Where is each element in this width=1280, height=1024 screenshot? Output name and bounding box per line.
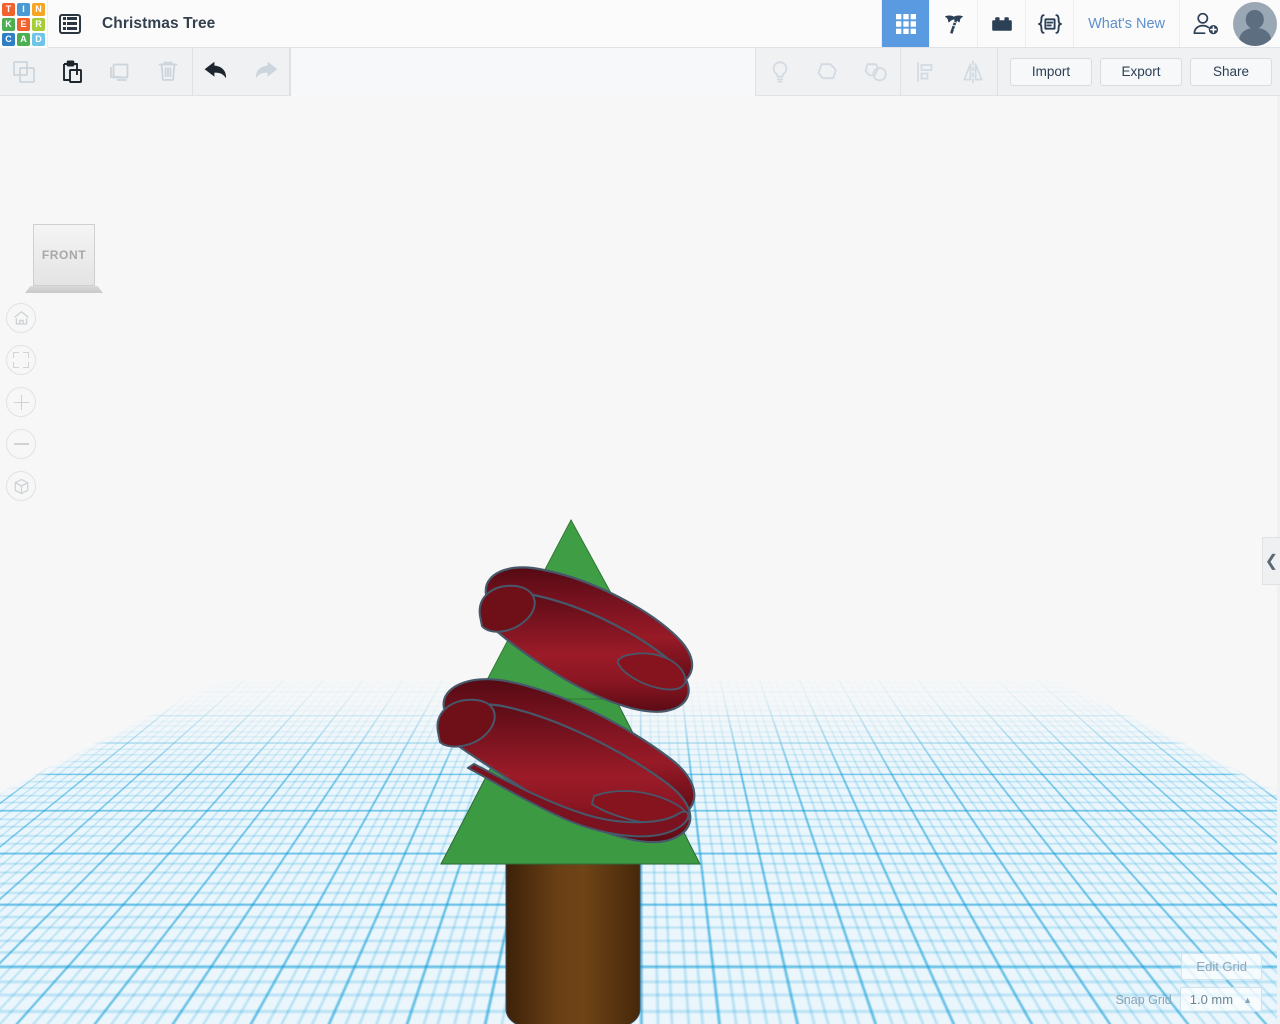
toggle-perspective-button[interactable] xyxy=(6,471,36,501)
file-actions-group: Import Export Share xyxy=(998,57,1280,86)
logo-letter-e: E xyxy=(17,17,30,31)
copy-icon xyxy=(13,60,35,83)
lightbulb-icon xyxy=(772,60,788,82)
whats-new-link[interactable]: What's New xyxy=(1073,0,1179,47)
lego-brick-icon xyxy=(991,16,1012,31)
mirror-button[interactable] xyxy=(949,48,997,96)
logo-letter-t: T xyxy=(2,2,15,16)
model-svg xyxy=(436,518,701,1024)
zoom-in-button[interactable] xyxy=(6,387,36,417)
zoom-out-button[interactable] xyxy=(6,429,36,459)
logo-letter-r: R xyxy=(32,17,45,31)
header-spacer xyxy=(215,0,881,47)
ungroup-shapes-icon xyxy=(864,62,887,81)
logo-letter-k: K xyxy=(2,17,15,31)
object-tool-group xyxy=(756,48,900,96)
share-button[interactable]: Share xyxy=(1190,57,1272,86)
mirror-flip-icon xyxy=(963,60,983,83)
ungroup-button[interactable] xyxy=(852,48,900,96)
trash-icon xyxy=(158,61,178,81)
mode-minecraft-button[interactable] xyxy=(929,0,977,47)
pickaxe-icon xyxy=(944,15,963,34)
logo-letter-d: D xyxy=(32,32,45,46)
mode-3d-design-button[interactable] xyxy=(881,0,930,47)
view-cube-base xyxy=(25,286,103,293)
toolbar-filler xyxy=(290,47,756,96)
group-shapes-icon xyxy=(817,62,837,79)
page-title[interactable]: Christmas Tree xyxy=(92,0,215,47)
logo-letter-grid: T I N K E R C A D xyxy=(2,2,45,46)
snap-grid-value: 1.0 mm xyxy=(1189,992,1234,1007)
trunk-part[interactable] xyxy=(505,863,641,1024)
codeblock-braces-icon xyxy=(1037,13,1062,34)
edit-grid-button[interactable]: Edit Grid xyxy=(1181,953,1262,980)
fit-to-view-button[interactable] xyxy=(6,345,36,375)
list-menu-button[interactable] xyxy=(48,0,92,47)
duplicate-icon xyxy=(110,63,129,81)
mode-codeblocks-button[interactable] xyxy=(1025,0,1073,47)
duplicate-button[interactable] xyxy=(96,48,144,96)
logo-letter-c: C xyxy=(2,32,15,46)
tinkercad-app: T I N K E R C A D Christmas Tree What's … xyxy=(0,0,1280,1024)
avatar[interactable] xyxy=(1233,2,1277,46)
avatar-body xyxy=(1239,27,1271,46)
paste-button[interactable] xyxy=(48,48,96,96)
fit-brackets-icon xyxy=(13,352,29,368)
home-view-button[interactable] xyxy=(6,303,36,333)
design-canvas[interactable]: FRONT Edit Grid Snap Grid 1.0 mm ▲ xyxy=(0,96,1280,1024)
snap-grid-select[interactable]: 1.0 mm ▲ xyxy=(1179,987,1262,1012)
invite-people-button[interactable] xyxy=(1179,0,1231,47)
logo-letter-i: I xyxy=(17,2,30,16)
list-menu-icon xyxy=(59,13,81,34)
chevron-left-icon: ❮ xyxy=(1264,553,1279,570)
caret-up-icon: ▲ xyxy=(1243,994,1252,1005)
edit-toolbar: Import Export Share xyxy=(0,47,1280,96)
top-header-bar: T I N K E R C A D Christmas Tree What's … xyxy=(0,0,1280,48)
group-button[interactable] xyxy=(804,48,852,96)
clipboard-tool-group xyxy=(0,48,192,96)
view-cube[interactable]: FRONT xyxy=(33,224,95,286)
history-tool-group xyxy=(193,48,289,96)
paste-icon xyxy=(63,59,82,83)
plus-icon xyxy=(13,394,29,410)
avatar-head xyxy=(1245,10,1265,29)
align-icon xyxy=(917,61,933,82)
logo-letter-a: A xyxy=(17,32,30,46)
undo-arrow-icon xyxy=(204,61,227,78)
undo-button[interactable] xyxy=(193,48,241,96)
copy-button[interactable] xyxy=(0,48,48,96)
tinkercad-logo[interactable]: T I N K E R C A D xyxy=(0,0,48,48)
home-icon xyxy=(13,311,29,325)
add-person-icon xyxy=(1193,12,1218,34)
right-panel-toggle[interactable]: ❮ xyxy=(1262,537,1280,585)
arrange-tool-group xyxy=(901,48,997,96)
christmas-tree-model[interactable] xyxy=(0,96,1280,1024)
cube-perspective-icon xyxy=(14,478,28,494)
align-button[interactable] xyxy=(901,48,949,96)
header-right-cluster: What's New xyxy=(881,0,1280,47)
export-button[interactable]: Export xyxy=(1100,57,1182,86)
snap-grid-controls: Snap Grid 1.0 mm ▲ xyxy=(1115,987,1262,1012)
logo-letter-n: N xyxy=(32,2,45,16)
redo-arrow-icon xyxy=(255,61,278,78)
mode-blocks-button[interactable] xyxy=(977,0,1025,47)
delete-button[interactable] xyxy=(144,48,192,96)
snap-grid-label: Snap Grid xyxy=(1115,992,1172,1007)
import-button[interactable]: Import xyxy=(1010,57,1092,86)
redo-button[interactable] xyxy=(241,48,289,96)
grid-icon xyxy=(895,13,916,34)
minus-icon xyxy=(13,443,29,445)
hint-button[interactable] xyxy=(756,48,804,96)
